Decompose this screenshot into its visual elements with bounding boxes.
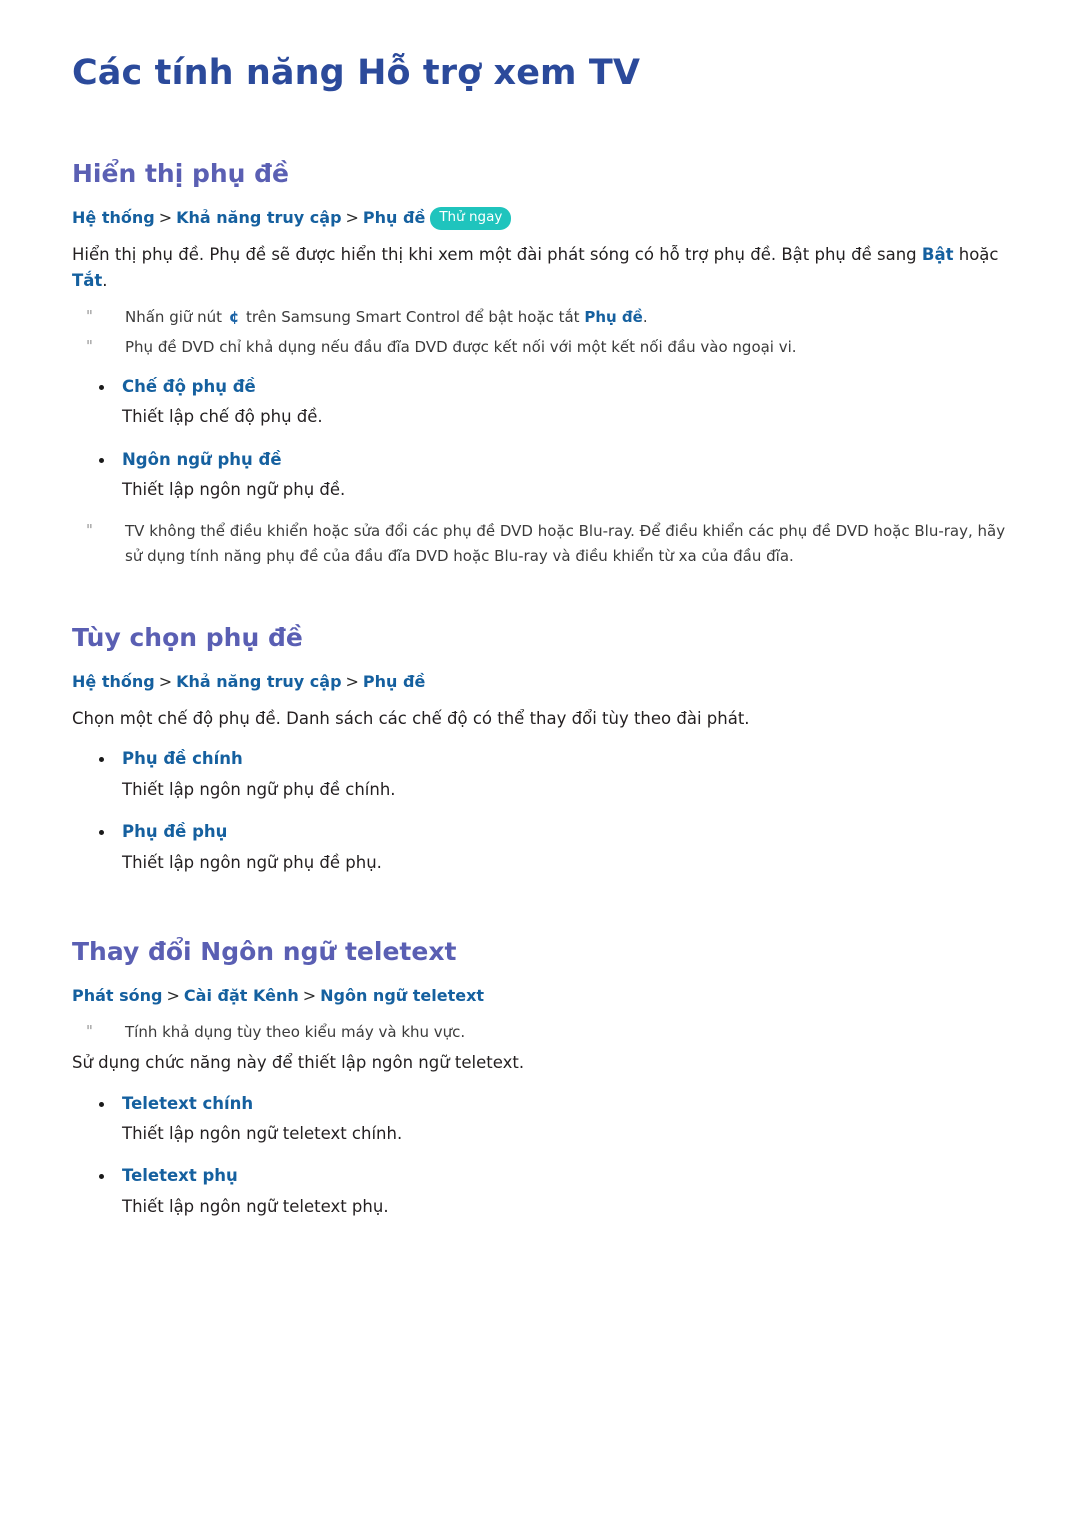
- option-description: Thiết lập ngôn ngữ phụ đề.: [122, 479, 346, 499]
- breadcrumb-separator: >: [345, 672, 359, 692]
- note-text-post: .: [642, 308, 648, 327]
- option-label[interactable]: Ngôn ngữ phụ đề: [72, 447, 1020, 473]
- note-quote-icon: ": [86, 337, 93, 356]
- section-description: Sử dụng chức năng này để thiết lập ngôn …: [72, 1052, 525, 1072]
- section-heading: Hiển thị phụ đề: [72, 158, 290, 188]
- breadcrumb: Hệ thống > Khả năng truy cập > Phụ đề Thử nga…: [72, 206, 1020, 230]
- option-label-text: Phụ đề phụ: [122, 822, 228, 842]
- breadcrumb-separator: >: [166, 986, 180, 1006]
- section-description: Chọn một chế độ phụ đề. Danh sách các ch…: [72, 708, 750, 728]
- note-text-mid: trên Samsung Smart Control để bật hoặc t…: [241, 308, 585, 327]
- option-description: Thiết lập ngôn ngữ phụ đề chính.: [122, 779, 396, 799]
- option-list: Chế độ phụ đề Thiết lập chế độ phụ đề. N…: [72, 374, 1020, 504]
- description-text-post: .: [102, 271, 108, 291]
- breadcrumb: Hệ thống > Khả năng truy cập > Phụ đề: [72, 670, 1020, 693]
- note-item: " Nhấn giữ nút ¢ trên Samsung Smart Contr…: [72, 305, 1020, 329]
- option-label-text: Phụ đề chính: [122, 749, 243, 769]
- breadcrumb-item-system[interactable]: Hệ thống: [72, 672, 155, 691]
- option-label-text: Chế độ phụ đề: [122, 376, 256, 396]
- note-quote-icon: ": [86, 307, 93, 326]
- option-list: Teletext chính Thiết lập ngôn ngữ telete…: [72, 1091, 1020, 1221]
- try-now-badge[interactable]: Thử ngay: [430, 207, 512, 230]
- manual-page: Các tính năng Hỗ trợ xem TV Hiển thị phụ…: [0, 0, 1080, 1527]
- list-item: Teletext phụ Thiết lập ngôn ngữ teletext…: [72, 1163, 1020, 1220]
- section-heading: Tùy chọn phụ đề: [72, 622, 303, 652]
- bullet-dot-icon: [99, 757, 104, 763]
- option-description: Thiết lập ngôn ngữ teletext phụ.: [122, 1196, 389, 1216]
- list-item: Chế độ phụ đề Thiết lập chế độ phụ đề.: [72, 374, 1020, 431]
- option-description: Thiết lập chế độ phụ đề.: [122, 407, 323, 427]
- list-item: Phụ đề phụ Thiết lập ngôn ngữ phụ đề phụ…: [72, 819, 1020, 876]
- breadcrumb-item-broadcasting[interactable]: Phát sóng: [72, 986, 163, 1005]
- note-text: Tính khả dụng tùy theo kiểu máy và khu v…: [125, 1022, 466, 1041]
- inline-term-off: Tắt: [72, 271, 103, 291]
- option-list: Phụ đề chính Thiết lập ngôn ngữ phụ đề c…: [72, 746, 1020, 876]
- note-quote-icon: ": [86, 1021, 93, 1040]
- breadcrumb-separator: >: [158, 672, 173, 692]
- option-label[interactable]: Chế độ phụ đề: [72, 374, 1020, 400]
- bullet-dot-icon: [99, 1101, 104, 1107]
- bullet-dot-icon: [99, 1174, 104, 1180]
- breadcrumb-item-subtitle[interactable]: Phụ đề: [363, 672, 425, 691]
- section-description: Hiển thị phụ đề. Phụ đề sẽ được hiển thị…: [72, 242, 1017, 295]
- note-item: " Phụ đề DVD chỉ khả dụng nếu đầu đĩa DVD…: [72, 335, 1020, 359]
- breadcrumb-separator: >: [302, 986, 317, 1006]
- note-text: TV không thể điều khiển hoặc sửa đổi các…: [125, 522, 1006, 565]
- list-item: Phụ đề chính Thiết lập ngôn ngữ phụ đề c…: [72, 746, 1020, 803]
- option-label-text: Ngôn ngữ phụ đề: [122, 449, 282, 469]
- bullet-dot-icon: [99, 457, 104, 463]
- page-title: Các tính năng Hỗ trợ xem TV: [72, 53, 641, 93]
- breadcrumb-item-system[interactable]: Hệ thống: [72, 208, 155, 227]
- description-text-pre: Hiển thị phụ đề. Phụ đề sẽ được hiển thị…: [72, 244, 922, 264]
- option-label-text: Teletext chính: [122, 1093, 254, 1113]
- breadcrumb-separator: >: [345, 208, 359, 228]
- option-label-text: Teletext phụ: [122, 1166, 238, 1186]
- note-quote-icon: ": [86, 521, 93, 540]
- section-heading: Thay đổi Ngôn ngữ teletext: [72, 936, 457, 966]
- note-text: Phụ đề DVD chỉ khả dụng nếu đầu đĩa DVD …: [125, 338, 797, 357]
- option-description: Thiết lập ngôn ngữ teletext chính.: [122, 1124, 403, 1143]
- list-item: Ngôn ngữ phụ đề Thiết lập ngôn ngữ phụ đ…: [72, 447, 1020, 504]
- breadcrumb-item-subtitle[interactable]: Phụ đề: [363, 208, 425, 227]
- note-item: " Tính khả dụng tùy theo kiểu máy và khu …: [72, 1020, 1020, 1044]
- note-text-pre: Nhấn giữ nút: [125, 308, 227, 327]
- list-item: Teletext chính Thiết lập ngôn ngữ telete…: [72, 1091, 1020, 1148]
- inline-term-on: Bật: [921, 244, 954, 264]
- remote-key-icon: ¢: [228, 308, 240, 327]
- option-description: Thiết lập ngôn ngữ phụ đề phụ.: [122, 852, 382, 872]
- section-teletext-language: Thay đổi Ngôn ngữ teletext Phát sóng > Cài…: [72, 936, 1020, 1220]
- option-label[interactable]: Phụ đề phụ: [72, 819, 1020, 845]
- breadcrumb-item-teletext-language[interactable]: Ngôn ngữ teletext: [320, 986, 484, 1005]
- option-label[interactable]: Teletext chính: [72, 1091, 1020, 1117]
- section-subtitle-options: Tùy chọn phụ đề Hệ thống > Khả năng truy c…: [72, 622, 1020, 876]
- note-item: " TV không thể điều khiển hoặc sửa đổi cá…: [72, 519, 1020, 568]
- bullet-dot-icon: [99, 830, 104, 836]
- breadcrumb-separator: >: [158, 208, 173, 228]
- bullet-dot-icon: [99, 384, 104, 390]
- breadcrumb: Phát sóng > Cài đặt Kênh > Ngôn ngữ teletext: [72, 984, 1020, 1007]
- option-label[interactable]: Phụ đề chính: [72, 746, 1020, 772]
- section-subtitle-display: Hiển thị phụ đề Hệ thống > Khả năng truy c…: [72, 158, 1020, 568]
- breadcrumb-item-accessibility[interactable]: Khả năng truy cập: [176, 672, 341, 691]
- breadcrumb-item-channel-settings[interactable]: Cài đặt Kênh: [184, 986, 299, 1005]
- breadcrumb-item-accessibility[interactable]: Khả năng truy cập: [176, 208, 341, 227]
- note-inline-term: Phụ đề: [584, 308, 643, 327]
- description-text-mid: hoặc: [953, 244, 999, 264]
- option-label[interactable]: Teletext phụ: [72, 1163, 1020, 1189]
